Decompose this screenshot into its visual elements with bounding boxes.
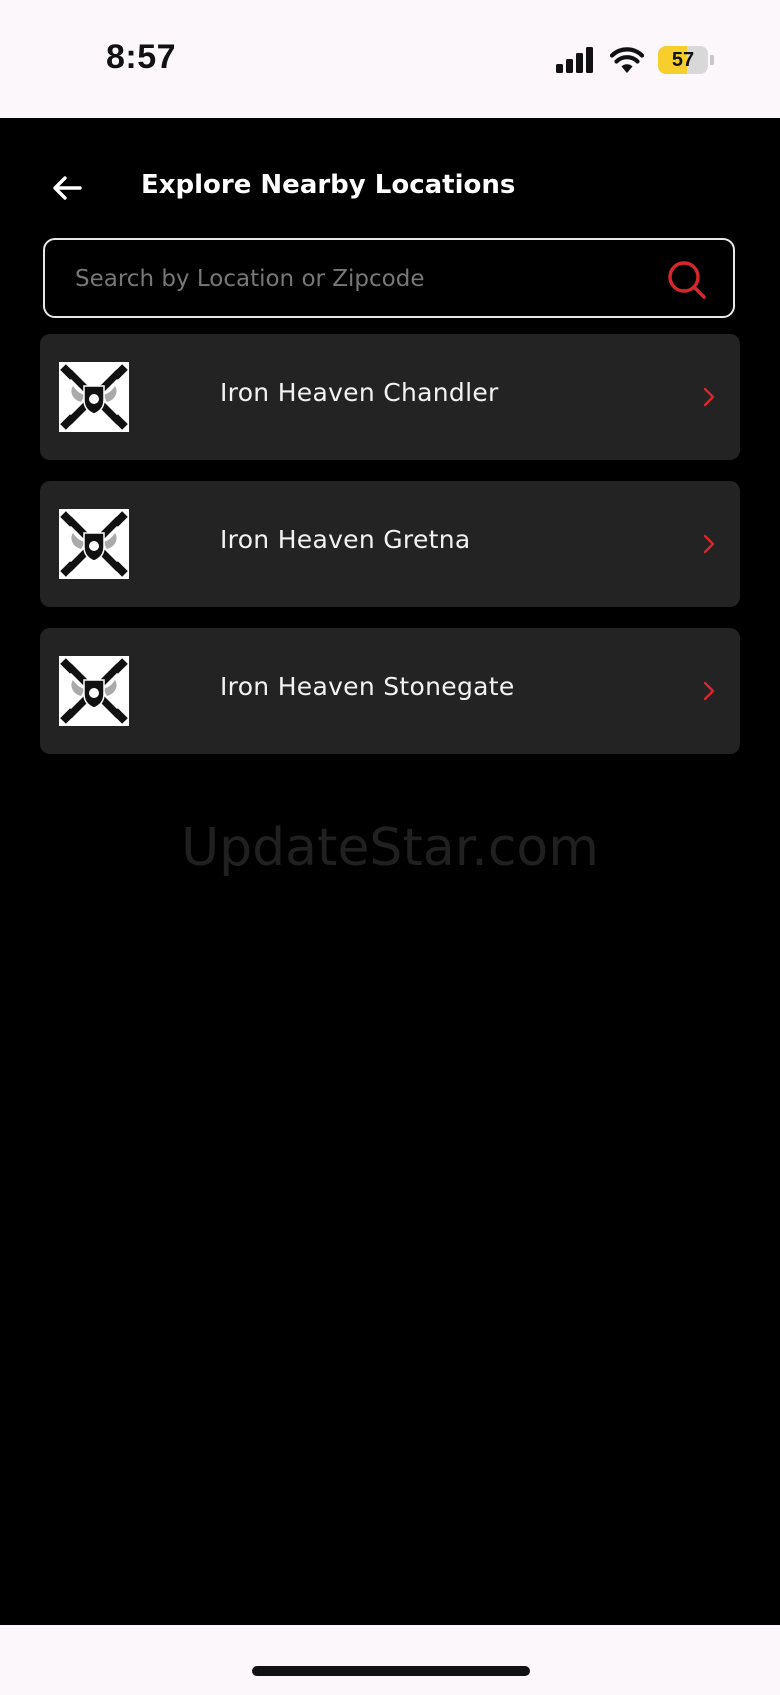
battery-level: 57	[671, 48, 695, 71]
page-title: Explore Nearby Locations	[141, 170, 516, 200]
watermark: UpdateStar.com	[181, 818, 599, 878]
battery-icon: 57	[658, 46, 714, 74]
battery-nub	[710, 55, 714, 65]
gym-logo-icon	[59, 656, 129, 726]
status-icons: 57	[556, 44, 714, 76]
battery-body: 57	[658, 46, 708, 74]
home-indicator-bar	[0, 1625, 780, 1695]
chevron-right-icon	[703, 681, 715, 701]
search-button[interactable]	[665, 258, 709, 302]
chevron-right-icon	[703, 534, 715, 554]
back-button[interactable]	[44, 166, 90, 210]
location-name: Iron Heaven Chandler	[220, 378, 499, 407]
location-list: Iron Heaven Chandler Iron Heaven Gretna …	[40, 334, 740, 775]
location-name: Iron Heaven Stonegate	[220, 672, 515, 701]
arrow-left-icon	[53, 176, 82, 200]
status-bar: 8:57 57	[0, 0, 780, 118]
signal-icon	[556, 47, 593, 73]
gym-logo-icon	[59, 362, 129, 432]
wifi-icon	[610, 47, 644, 73]
location-item-chandler[interactable]: Iron Heaven Chandler	[40, 334, 740, 460]
home-indicator[interactable]	[252, 1666, 530, 1676]
search-icon	[668, 261, 706, 299]
location-item-gretna[interactable]: Iron Heaven Gretna	[40, 481, 740, 607]
search-box	[43, 238, 735, 318]
chevron-right-icon	[703, 387, 715, 407]
gym-logo-icon	[59, 509, 129, 579]
location-name: Iron Heaven Gretna	[220, 525, 471, 554]
header: Explore Nearby Locations	[0, 150, 780, 226]
location-item-stonegate[interactable]: Iron Heaven Stonegate	[40, 628, 740, 754]
search-input[interactable]	[73, 240, 657, 318]
status-time: 8:57	[106, 38, 177, 76]
